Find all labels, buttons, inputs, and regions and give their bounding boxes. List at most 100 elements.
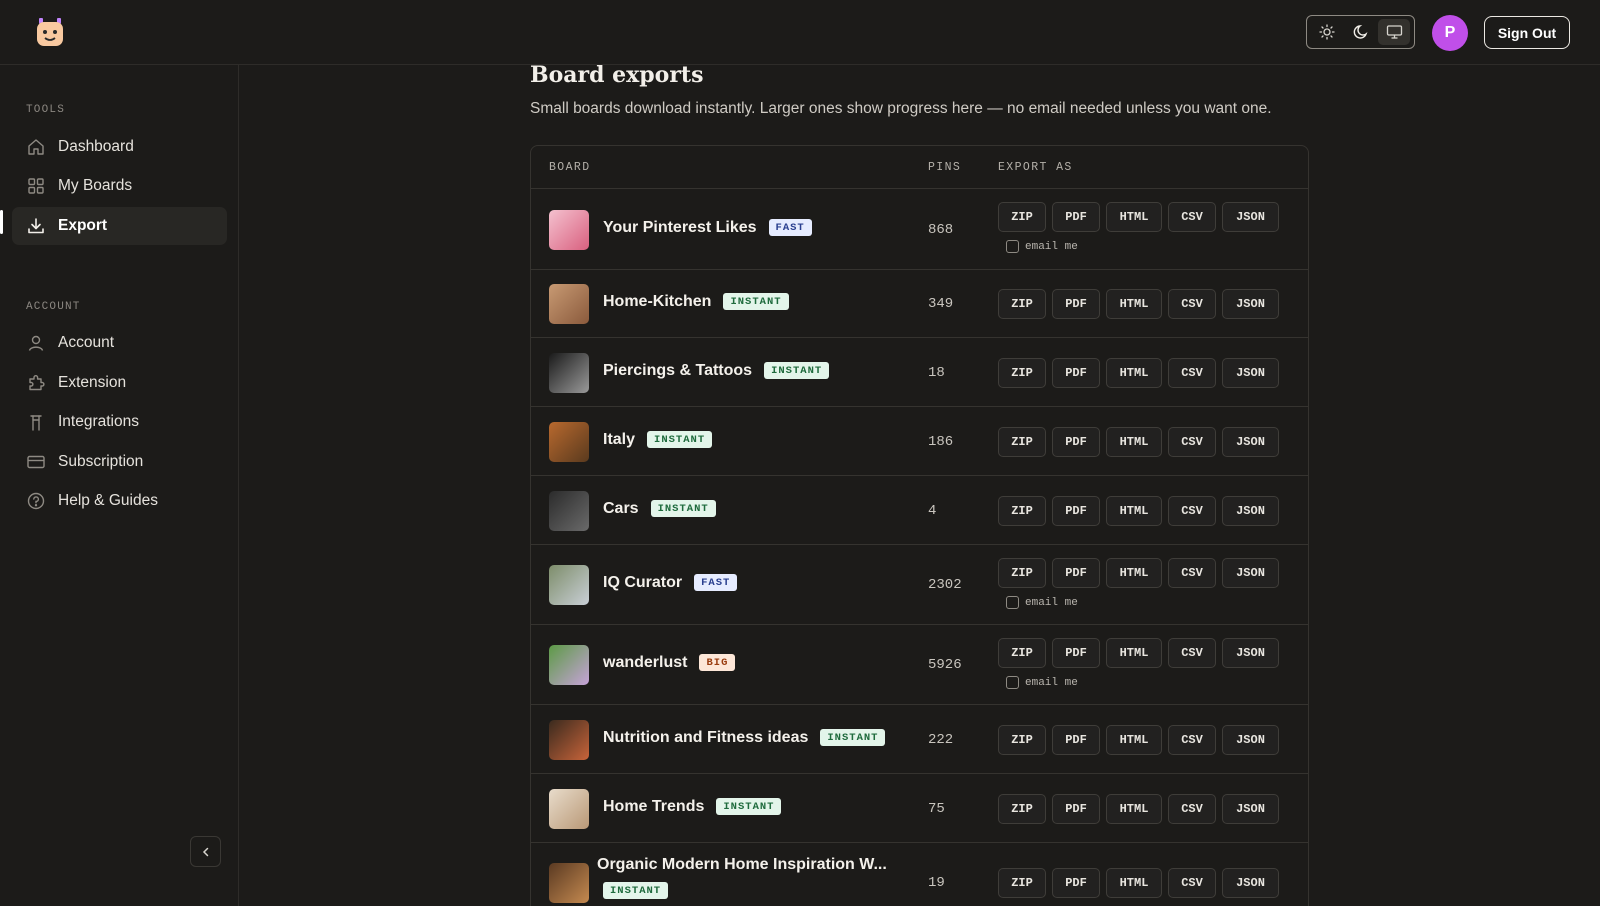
email-me-option[interactable]: email me	[1006, 240, 1078, 253]
export-zip-button[interactable]: ZIP	[998, 289, 1046, 319]
board-name[interactable]: Italy	[603, 431, 635, 448]
board-name[interactable]: Cars	[603, 500, 639, 517]
table-row: Italy INSTANT 186 ZIP PDF HTML CSV JSON	[531, 407, 1308, 476]
export-html-button[interactable]: HTML	[1106, 289, 1162, 319]
export-json-button[interactable]: JSON	[1222, 289, 1279, 319]
export-html-button[interactable]: HTML	[1106, 868, 1162, 898]
export-pdf-button[interactable]: PDF	[1052, 358, 1100, 388]
sidebar-item-extension[interactable]: Extension	[12, 364, 227, 402]
sidebar-item-account[interactable]: Account	[12, 324, 227, 362]
export-pdf-button[interactable]: PDF	[1052, 638, 1100, 668]
export-json-button[interactable]: JSON	[1222, 496, 1279, 526]
user-avatar[interactable]: P	[1432, 15, 1468, 51]
export-json-button[interactable]: JSON	[1222, 558, 1279, 588]
export-zip-button[interactable]: ZIP	[998, 202, 1046, 232]
export-json-button[interactable]: JSON	[1222, 794, 1279, 824]
export-buttons: ZIP PDF HTML CSV JSON	[998, 427, 1279, 457]
sidebar-item-integrations[interactable]: Integrations	[12, 403, 227, 441]
system-theme-button[interactable]	[1378, 19, 1411, 45]
chevron-left-icon	[202, 847, 208, 856]
speed-badge: INSTANT	[603, 882, 669, 899]
export-zip-button[interactable]: ZIP	[998, 794, 1046, 824]
sidebar-item-help-guides[interactable]: Help & Guides	[12, 482, 227, 520]
board-name[interactable]: Home-Kitchen	[603, 293, 711, 310]
export-pdf-button[interactable]: PDF	[1052, 558, 1100, 588]
sidebar-item-dashboard[interactable]: Dashboard	[12, 128, 227, 166]
sign-out-button[interactable]: Sign Out	[1484, 16, 1570, 49]
board-name[interactable]: Nutrition and Fitness ideas	[603, 729, 808, 746]
export-json-button[interactable]: JSON	[1222, 427, 1279, 457]
export-zip-button[interactable]: ZIP	[998, 558, 1046, 588]
table-row: wanderlust BIG 5926 ZIP PDF HTML CSV JSON email …	[531, 625, 1308, 705]
export-html-button[interactable]: HTML	[1106, 558, 1162, 588]
board-thumbnail	[549, 353, 589, 393]
board-name[interactable]: Your Pinterest Likes	[603, 219, 757, 236]
export-pdf-button[interactable]: PDF	[1052, 427, 1100, 457]
export-csv-button[interactable]: CSV	[1168, 638, 1216, 668]
export-csv-button[interactable]: CSV	[1168, 794, 1216, 824]
export-json-button[interactable]: JSON	[1222, 202, 1279, 232]
export-json-button[interactable]: JSON	[1222, 725, 1279, 755]
export-buttons: ZIP PDF HTML CSV JSON	[998, 289, 1279, 319]
export-html-button[interactable]: HTML	[1106, 725, 1162, 755]
board-name-cell: IQ Curator FAST	[603, 574, 738, 592]
export-zip-button[interactable]: ZIP	[998, 427, 1046, 457]
help-circle-icon	[26, 491, 46, 511]
export-buttons: ZIP PDF HTML CSV JSON	[998, 358, 1279, 388]
board-name[interactable]: Piercings & Tattoos	[603, 362, 752, 379]
export-json-button[interactable]: JSON	[1222, 638, 1279, 668]
board-name[interactable]: Home Trends	[603, 798, 704, 815]
email-me-option[interactable]: email me	[1006, 596, 1078, 609]
sidebar-item-subscription[interactable]: Subscription	[12, 443, 227, 481]
board-name[interactable]: wanderlust	[603, 654, 687, 671]
top-bar: P Sign Out	[0, 0, 1600, 65]
export-zip-button[interactable]: ZIP	[998, 358, 1046, 388]
sidebar-item-my-boards[interactable]: My Boards	[12, 167, 227, 205]
export-pdf-button[interactable]: PDF	[1052, 496, 1100, 526]
pin-count: 868	[928, 222, 954, 238]
light-theme-button[interactable]	[1311, 19, 1343, 45]
app-logo-icon[interactable]	[36, 16, 64, 48]
board-exports-table: BOARD PINS EXPORT AS Your Pinterest Like…	[530, 145, 1309, 906]
export-html-button[interactable]: HTML	[1106, 496, 1162, 526]
export-zip-button[interactable]: ZIP	[998, 496, 1046, 526]
export-csv-button[interactable]: CSV	[1168, 358, 1216, 388]
collapse-sidebar-button[interactable]	[190, 836, 221, 867]
board-name[interactable]: Organic Modern Home Inspiration W...	[597, 856, 887, 873]
export-html-button[interactable]: HTML	[1106, 638, 1162, 668]
email-me-option[interactable]: email me	[1006, 676, 1078, 689]
export-pdf-button[interactable]: PDF	[1052, 794, 1100, 824]
export-html-button[interactable]: HTML	[1106, 358, 1162, 388]
pin-count: 18	[928, 365, 945, 381]
export-pdf-button[interactable]: PDF	[1052, 868, 1100, 898]
export-html-button[interactable]: HTML	[1106, 202, 1162, 232]
export-csv-button[interactable]: CSV	[1168, 289, 1216, 319]
export-zip-button[interactable]: ZIP	[998, 638, 1046, 668]
export-csv-button[interactable]: CSV	[1168, 725, 1216, 755]
export-csv-button[interactable]: CSV	[1168, 202, 1216, 232]
export-json-button[interactable]: JSON	[1222, 358, 1279, 388]
board-name-cell: Nutrition and Fitness ideas INSTANT	[603, 729, 886, 747]
export-zip-button[interactable]: ZIP	[998, 725, 1046, 755]
credit-card-icon	[26, 452, 46, 472]
export-html-button[interactable]: HTML	[1106, 427, 1162, 457]
email-me-checkbox[interactable]	[1006, 596, 1019, 609]
email-me-checkbox[interactable]	[1006, 240, 1019, 253]
export-pdf-button[interactable]: PDF	[1052, 289, 1100, 319]
export-json-button[interactable]: JSON	[1222, 868, 1279, 898]
export-pdf-button[interactable]: PDF	[1052, 725, 1100, 755]
tools-section-label: TOOLS	[26, 104, 66, 116]
board-name[interactable]: IQ Curator	[603, 574, 682, 591]
export-zip-button[interactable]: ZIP	[998, 868, 1046, 898]
page-subtitle: Small boards download instantly. Larger …	[530, 100, 1272, 117]
sidebar-item-export[interactable]: Export	[12, 207, 227, 245]
export-csv-button[interactable]: CSV	[1168, 558, 1216, 588]
export-csv-button[interactable]: CSV	[1168, 427, 1216, 457]
export-csv-button[interactable]: CSV	[1168, 868, 1216, 898]
dark-theme-button[interactable]	[1345, 19, 1377, 45]
email-me-checkbox[interactable]	[1006, 676, 1019, 689]
home-icon	[26, 137, 46, 157]
export-pdf-button[interactable]: PDF	[1052, 202, 1100, 232]
export-html-button[interactable]: HTML	[1106, 794, 1162, 824]
export-csv-button[interactable]: CSV	[1168, 496, 1216, 526]
